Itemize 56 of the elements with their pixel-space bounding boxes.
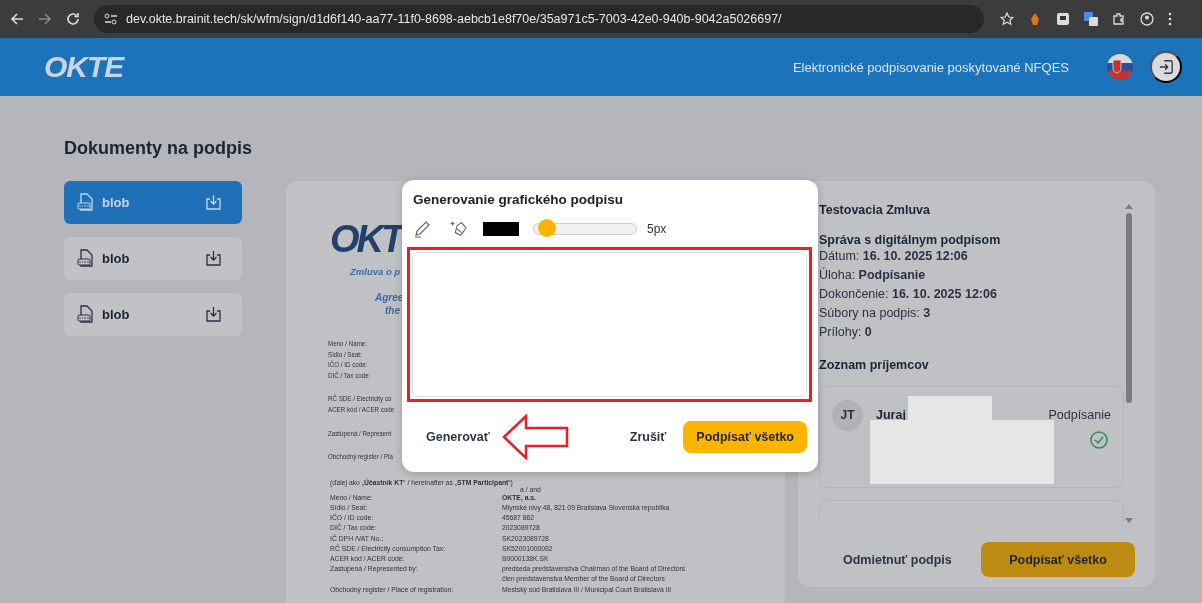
recipient-name: Juraj — [876, 407, 906, 424]
profile-icon[interactable] — [1140, 12, 1154, 26]
eraser-icon[interactable] — [449, 220, 467, 238]
document-name: blob — [102, 251, 131, 266]
translate-icon[interactable] — [1084, 12, 1098, 26]
document-item[interactable]: blob — [64, 181, 242, 224]
contract-title: Testovacia Zmluva — [819, 203, 931, 217]
detail-text: Úloha: Podpísanie — [819, 266, 927, 284]
arrow-icon — [501, 414, 570, 460]
menu-icon[interactable] — [1168, 12, 1172, 26]
reject-button[interactable]: Odmietnuť podpis — [841, 548, 954, 571]
recipient-status: Podpísanie — [1048, 407, 1111, 422]
flag-icon[interactable] — [1107, 54, 1133, 80]
document-heading: Agree — [375, 291, 404, 304]
document-icon — [77, 305, 94, 324]
document-heading: the — [385, 304, 400, 317]
logo: OKTE — [44, 50, 124, 84]
reload-icon[interactable] — [66, 12, 80, 26]
avatar-circle: JT — [832, 399, 863, 431]
download-icon[interactable] — [205, 250, 222, 267]
url-text: dev.okte.brainit.tech/sk/wfm/sign/d1d6f140-aa77-11f0-8698-aebcb1e8f70e/35a971c5-7003-42e0-940b-9042a5026697/ — [126, 12, 782, 26]
document-item[interactable]: blob — [64, 237, 242, 280]
document-icon — [77, 249, 94, 268]
document-item[interactable]: blob — [64, 293, 242, 336]
section-heading: Zoznam príjemcov — [819, 357, 930, 372]
logout-button[interactable] — [1150, 51, 1182, 83]
document-logo: OKT — [330, 219, 402, 259]
document-icon — [77, 193, 94, 212]
detail-text: Prílohy: 0 — [819, 323, 873, 341]
document-name: blob — [102, 195, 131, 210]
sign-all-button[interactable]: Podpísať všetko — [981, 542, 1135, 577]
star-icon[interactable] — [1000, 12, 1014, 26]
section-heading: Správa s digitálnym podpisom — [819, 233, 1002, 247]
detail-text: Súbory na podpis: 3 — [819, 304, 932, 322]
back-icon[interactable] — [10, 12, 24, 26]
logout-icon — [1158, 58, 1174, 76]
document-subtitle: Zmluva o p — [350, 266, 401, 277]
pencil-icon[interactable] — [413, 220, 431, 238]
stroke-width-value: 5px — [647, 222, 667, 236]
forward-icon[interactable] — [38, 12, 52, 26]
sign-all-button[interactable]: Podpísať všetko — [683, 421, 807, 453]
download-icon[interactable] — [205, 306, 222, 323]
slider-thumb[interactable] — [538, 219, 557, 237]
puzzle-icon[interactable] — [1112, 12, 1126, 26]
section-heading: Dokumenty na podpis — [64, 137, 252, 160]
dialog-title: Generovanie grafického podpisu — [413, 192, 625, 209]
document-name: blob — [102, 307, 131, 322]
detail-text: Dokončenie: 16. 10. 2025 12:06 — [819, 285, 998, 303]
app-title: Elektronické podpisovanie poskytované NFQES — [792, 59, 1069, 75]
color-swatch[interactable] — [483, 222, 519, 236]
address-bar[interactable]: dev.okte.brainit.tech/sk/wfm/sign/d1d6f140-aa77-11f0-8698-aebcb1e8f70e/35a971c5-7003-42e0-940b-9042a5026697/ — [94, 5, 984, 33]
detail-text: Dátum: 16. 10. 2025 12:06 — [819, 248, 969, 265]
site-info-icon[interactable] — [104, 13, 118, 25]
generate-button[interactable]: Generovať — [424, 426, 492, 448]
extension-icon[interactable] — [1056, 12, 1070, 26]
cancel-button[interactable]: Zrušiť — [627, 426, 669, 448]
